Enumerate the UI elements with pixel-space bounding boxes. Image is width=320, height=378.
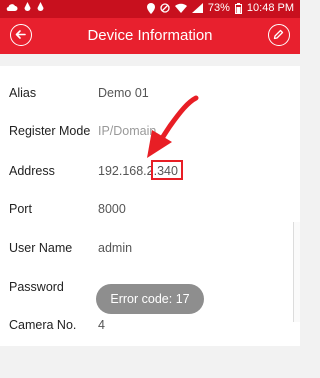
camera-no-label: Camera No. (9, 318, 77, 332)
register-mode-label: Register Mode (9, 124, 91, 138)
page-title: Device Information (87, 27, 213, 44)
scroll-edge (293, 222, 300, 322)
pencil-icon (273, 29, 284, 40)
address-highlight-box (151, 160, 183, 180)
clock: 10:48 PM (246, 2, 294, 14)
app-bar: Device Information (0, 18, 300, 54)
password-label: Password (9, 280, 64, 294)
drop-icon-2 (37, 2, 44, 11)
wifi-icon (174, 3, 187, 13)
edit-button[interactable] (268, 24, 290, 46)
alias-label: Alias (9, 86, 37, 100)
annotation-arrow-icon (147, 95, 199, 158)
user-name-value[interactable]: admin (98, 229, 132, 267)
row-port[interactable]: Port 8000 (0, 190, 300, 228)
row-user-name[interactable]: User Name admin (0, 229, 300, 267)
status-bar: 73% 10:48 PM (0, 0, 300, 18)
notification-icons (6, 2, 44, 12)
system-icons: 73% 10:48 PM (146, 2, 294, 14)
location-icon (146, 2, 155, 14)
address-label: Address (9, 164, 55, 178)
signal-icon (191, 3, 203, 13)
cloud-icon (6, 3, 18, 11)
drop-icon (24, 2, 31, 11)
user-name-label: User Name (9, 241, 73, 255)
port-label: Port (9, 202, 32, 216)
error-toast: Error code: 17 (96, 284, 204, 314)
mute-icon (160, 3, 170, 13)
battery-percent: 73% (207, 2, 230, 14)
port-value[interactable]: 8000 (98, 190, 126, 228)
battery-icon (234, 2, 242, 14)
